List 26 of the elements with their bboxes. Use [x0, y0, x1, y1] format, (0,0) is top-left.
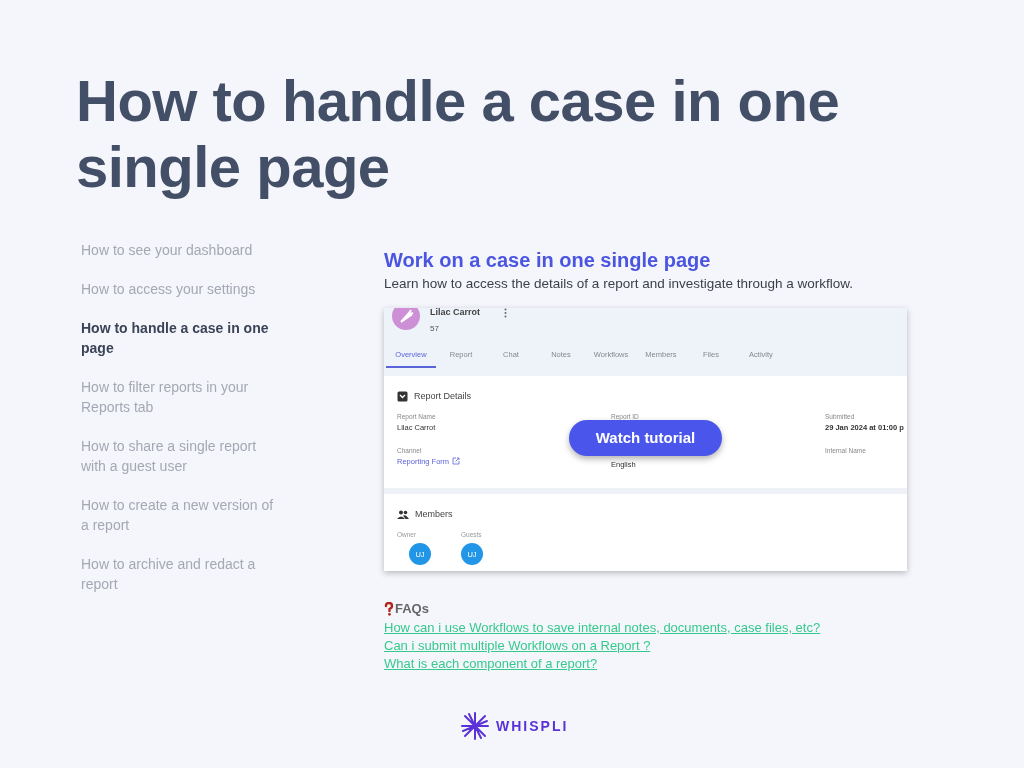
question-mark-icon — [384, 601, 394, 616]
video-thumbnail[interactable] — [384, 308, 907, 571]
sidebar-link[interactable]: How to access your settings — [81, 279, 277, 299]
case-number: 57 — [430, 322, 440, 335]
sidebar-link[interactable]: How to handle a case in one page — [81, 318, 277, 358]
more-icon[interactable] — [504, 308, 507, 318]
page-title: How to handle a case in one single page — [76, 68, 841, 200]
case-name: Lilac Carrot — [430, 308, 480, 319]
people-icon — [397, 510, 409, 520]
external-link-icon — [452, 457, 461, 466]
faq-heading: FAQs — [395, 600, 429, 618]
sidebar-link[interactable]: How to create a new version of a report — [81, 495, 277, 535]
section-title: Report Details — [414, 390, 472, 403]
sidebar-link[interactable]: How to share a single report with a guest user — [81, 436, 277, 476]
faq-link[interactable]: Can i submit multiple Workflows on a Report ? — [384, 636, 651, 655]
starburst-logo-icon — [460, 711, 490, 741]
lesson-description: Learn how to access the details of a report and investigate through a workflow. — [384, 275, 855, 293]
section-title: Members — [415, 508, 453, 521]
sidebar-link[interactable]: How to see your dashboard — [81, 240, 277, 260]
watch-tutorial-button[interactable]: Watch tutorial — [569, 420, 722, 456]
brand-name: WHISPLI — [496, 716, 569, 736]
lesson-heading: Work on a case in one single page — [384, 248, 712, 272]
faq-link[interactable]: What is each component of a report? — [384, 654, 598, 673]
sidebar-link[interactable]: How to filter reports in your Reports tab — [81, 377, 277, 417]
sidebar-link[interactable]: How to archive and redact a report — [81, 554, 277, 594]
faq-link[interactable]: How can i use Workflows to save internal notes, documents, case files, etc? — [384, 618, 821, 637]
